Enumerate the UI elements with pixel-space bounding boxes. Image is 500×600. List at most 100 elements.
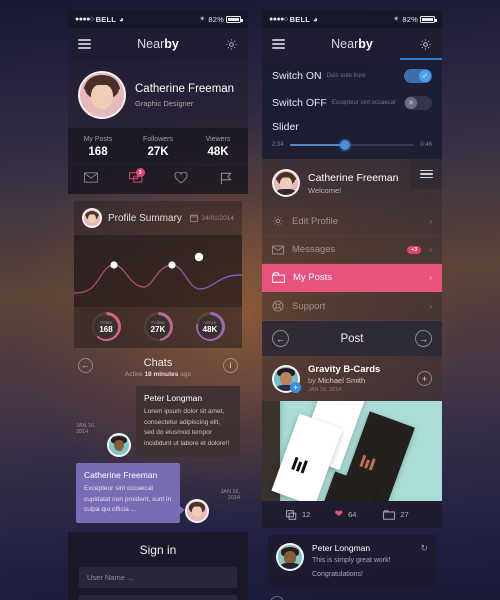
username-placeholder: User Name ... — [87, 573, 134, 583]
chart-peak-marker — [194, 252, 204, 262]
toggle-switch-off[interactable]: ✕ — [404, 96, 432, 110]
drawer-user-name: Catherine Freeman — [308, 171, 399, 184]
profile-role: Graphic Designer — [135, 98, 194, 108]
arrow-up-circle-icon[interactable]: ↑ — [270, 596, 284, 600]
chat-date: JAN 16, 2014 — [220, 489, 240, 502]
stat-followers[interactable]: Followers 27K — [128, 136, 188, 158]
summary-title: Profile Summary — [108, 212, 182, 224]
menu-item-messages[interactable]: Messages +3 › — [262, 236, 442, 264]
profile-action-icons: 3 — [68, 164, 248, 194]
title-bold: by — [358, 37, 373, 51]
post-likes[interactable]: ❤ 64 — [335, 509, 384, 520]
signal-dots: ●●●●○ — [75, 15, 94, 23]
mail-icon — [272, 245, 284, 254]
post-image[interactable] — [262, 401, 442, 501]
ring-value: 27K — [150, 324, 166, 334]
follow-plus-icon[interactable]: + — [417, 371, 432, 386]
post-comments[interactable]: 12 — [272, 509, 335, 520]
bluetooth-icon: ✶ — [393, 16, 400, 23]
summary-date: 24/01/2014 — [190, 214, 234, 222]
battery-icon — [420, 15, 437, 23]
avatar[interactable] — [272, 169, 300, 197]
password-field[interactable]: Password ... → — [79, 595, 237, 600]
folder-icon — [383, 509, 396, 520]
arrow-left-icon[interactable]: ← — [78, 358, 93, 373]
avatar[interactable] — [78, 71, 126, 119]
comment-input-row[interactable]: ↑ Write comment ... — [262, 588, 442, 600]
flag-icon[interactable] — [203, 172, 248, 185]
comment-card: Peter Longman This is simply great work!… — [268, 535, 436, 589]
summary-avatar — [82, 208, 102, 228]
stat-value: 168 — [88, 146, 108, 158]
wifi-icon: ◕ — [119, 14, 125, 24]
chat-avatar[interactable] — [107, 432, 131, 457]
chat-bubble[interactable]: Peter Longman Lorem ipsum dolor sit amet… — [131, 386, 240, 457]
carrier-label: BELL — [95, 14, 117, 24]
chats-header: ← Chats Active 18 minutes ago i — [68, 348, 248, 380]
ring-value: 48K — [202, 324, 218, 334]
chats-subtitle: Active 18 minutes ago — [68, 371, 248, 378]
comment-avatar[interactable] — [276, 543, 304, 571]
comment-line1: This is simply great work! — [312, 557, 391, 564]
hamburger-icon[interactable] — [272, 37, 285, 52]
hamburger-icon[interactable] — [78, 37, 91, 52]
drawer-handle-icon[interactable] — [410, 159, 442, 189]
stat-viewers[interactable]: Viewers 48K — [188, 136, 248, 158]
menu-badge: +3 — [407, 245, 422, 254]
chat-text: Lorem ipsum dolor sit amet, consectetur … — [144, 408, 230, 448]
summary-header: Profile Summary 24/01/2014 — [74, 201, 242, 235]
activity-chart — [74, 235, 242, 307]
page-title: Nearby — [137, 37, 179, 51]
menu-label: Edit Profile — [292, 215, 338, 227]
chat-bubbles-icon[interactable]: 3 — [113, 168, 158, 185]
slider-label: Slider — [272, 121, 299, 133]
post-saves[interactable]: 27 — [383, 509, 432, 520]
switch-row-off: Switch OFF Excepteur sint occaecat ✕ — [262, 92, 442, 119]
profile-hero: Catherine Freeman Graphic Designer — [68, 60, 248, 128]
username-field[interactable]: User Name ... — [79, 567, 237, 589]
chat-date: JAN 16, 2014 — [76, 422, 96, 435]
heart-icon[interactable] — [158, 172, 203, 185]
chats-sub-bold: 18 minutes — [144, 371, 179, 378]
stat-value: 27K — [147, 146, 169, 158]
envelope-icon[interactable] — [68, 172, 113, 185]
slider-block: Slider 2:34 0:46 — [262, 119, 442, 159]
stat-label: Followers — [143, 136, 173, 143]
chat-avatar[interactable] — [185, 499, 209, 524]
signal-dots: ●●●●○ — [269, 15, 288, 23]
slider-control[interactable]: 2:34 0:46 — [272, 140, 432, 150]
copy-icon — [286, 509, 297, 520]
plus-circle-icon[interactable]: + — [290, 382, 301, 393]
post-date: JAN 16, 2014 — [308, 387, 342, 393]
bubble-tail — [131, 439, 136, 448]
menu-item-edit-profile[interactable]: Edit Profile › — [262, 207, 442, 236]
menu-item-support[interactable]: Support › — [262, 292, 442, 321]
switch-on-label: Switch ON — [272, 70, 322, 82]
title-light: Near — [137, 37, 165, 51]
chat-author: Catherine Freeman — [84, 469, 158, 480]
post-header: ← Post → — [262, 321, 442, 356]
stat-label: My Posts — [83, 136, 113, 143]
post-byline: by Michael Smith — [308, 376, 380, 385]
arrow-right-circle-icon[interactable]: → — [414, 330, 432, 347]
slider-right-value: 0:46 — [420, 142, 432, 148]
gear-icon[interactable] — [225, 38, 238, 51]
chat-text: Excepteur sint occaecat cupidatat non pr… — [84, 484, 172, 514]
heart-filled-icon: ❤ — [334, 509, 344, 520]
chat-bubble[interactable]: Catherine Freeman Excepteur sint occaeca… — [76, 462, 185, 524]
slider-track[interactable] — [289, 140, 415, 150]
summary-rings: Posts 168 Follow 27K Views 48K — [74, 307, 242, 348]
slider-knob[interactable] — [339, 140, 350, 150]
stat-my-posts[interactable]: My Posts 168 — [68, 136, 128, 158]
profile-name: Catherine Freeman — [135, 83, 235, 96]
drawer: Catherine Freeman Welcome! — [262, 159, 442, 207]
comments-count: 12 — [302, 510, 311, 519]
switch-on-sub: Duis aute irure — [326, 73, 366, 79]
arrow-left-circle-icon[interactable]: ← — [272, 330, 289, 347]
info-icon[interactable]: i — [223, 358, 238, 373]
toggle-switch-on[interactable]: ✓ — [404, 69, 432, 83]
menu-item-my-posts[interactable]: My Posts › — [262, 264, 442, 292]
phone-left: ●●●●○ BELL ◕ ✶ 82% Nearby Catherine Free… — [68, 10, 248, 600]
refresh-icon[interactable]: ↻ — [420, 543, 428, 554]
gear-icon[interactable] — [419, 38, 432, 51]
